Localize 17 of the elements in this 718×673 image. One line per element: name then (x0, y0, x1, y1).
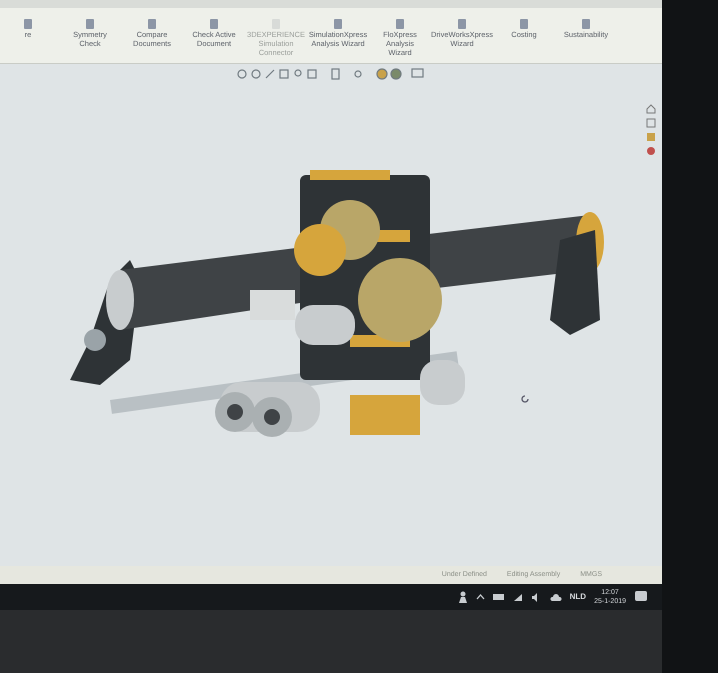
person-icon[interactable] (458, 591, 468, 603)
tool-icon (580, 18, 592, 30)
tool-icon (146, 18, 158, 30)
notification-icon[interactable] (634, 590, 648, 604)
tool-icon (208, 18, 220, 30)
cloud-icon[interactable] (550, 593, 562, 601)
language-indicator[interactable]: NLD (570, 591, 586, 603)
tool-icon (332, 18, 344, 30)
rotate-cursor-icon (520, 394, 530, 404)
chevron-up-icon[interactable] (476, 593, 485, 601)
tool-icon (456, 18, 468, 30)
tool-icon (22, 18, 34, 30)
tool-icon (394, 18, 406, 30)
home-icon[interactable] (646, 104, 656, 114)
tool-icon (518, 18, 530, 30)
tool-icon (84, 18, 96, 30)
network-icon[interactable] (512, 592, 523, 602)
